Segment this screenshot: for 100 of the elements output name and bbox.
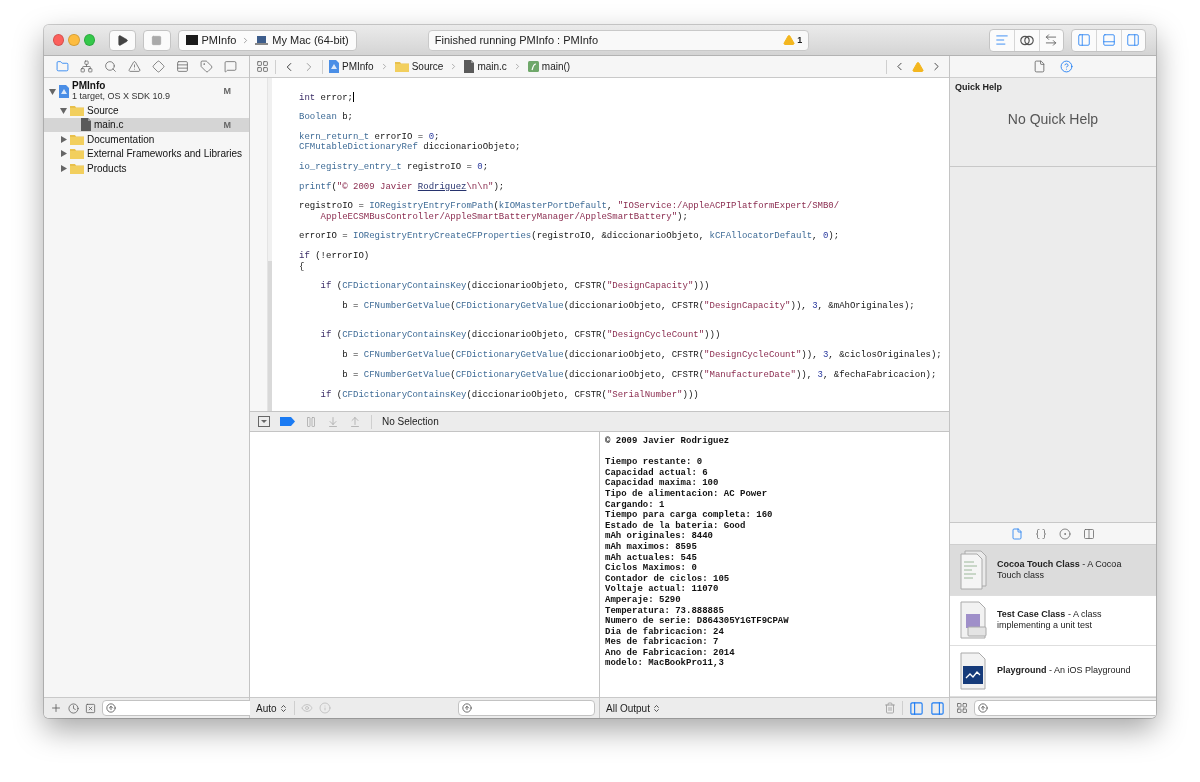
- code-snippet-icon[interactable]: [1035, 527, 1047, 540]
- quick-help-icon[interactable]: [1060, 60, 1073, 73]
- minimize-button[interactable]: [68, 34, 80, 46]
- output-filter-popup[interactable]: All Output: [606, 702, 661, 714]
- tree-row[interactable]: main.c M: [44, 117, 249, 132]
- tree-row[interactable]: External Frameworks and Libraries: [44, 146, 249, 161]
- test-template-icon: [959, 600, 989, 641]
- search-icon[interactable]: [103, 60, 117, 73]
- status-label: M: [223, 86, 231, 96]
- scope-popup[interactable]: Auto: [256, 702, 288, 714]
- c-file-icon: [81, 118, 91, 132]
- status-label: M: [223, 119, 231, 130]
- folder-icon: [70, 162, 84, 174]
- pane-toggle-icon[interactable]: [909, 700, 924, 716]
- destination-button[interactable]: My Mac (64-bit): [253, 34, 351, 46]
- code-line: if (!errorIO): [299, 251, 370, 262]
- close-button[interactable]: [53, 34, 65, 46]
- code-line: printf("© 2009 Javier Rodriguez\n\n");: [299, 181, 505, 192]
- code-line: b = CFNumberGetValue(CFDictionaryGetValue(diccionarioObjeto, CFSTR("ManufactureDate")), 3, &fechaFabricacion);: [341, 369, 937, 381]
- filter-icon: [978, 703, 988, 713]
- activity-status: Finished running PMInfo : PMInfo: [434, 34, 599, 46]
- breakpoint-navigator-icon[interactable]: [200, 60, 214, 73]
- stop-button[interactable]: [143, 29, 171, 51]
- warning-icon[interactable]: [912, 60, 924, 73]
- related-items-icon[interactable]: [256, 60, 269, 73]
- template-description: Playground - An iOS Playground: [997, 665, 1132, 677]
- c-file-icon: [464, 60, 475, 73]
- path-item[interactable]: Source: [394, 61, 444, 72]
- test-navigator-icon[interactable]: [152, 60, 166, 73]
- step-into-icon[interactable]: [327, 415, 339, 428]
- code-line: CFMutableDictionaryRef diccionarioObjeto;: [299, 141, 521, 153]
- warning-count-button[interactable]: 1: [783, 34, 803, 46]
- add-icon[interactable]: [50, 702, 62, 714]
- pause-icon[interactable]: [305, 415, 317, 428]
- class-template-icon: [959, 549, 989, 590]
- tree-row[interactable]: Products: [44, 161, 249, 176]
- folder-icon: [70, 104, 84, 116]
- template-description: Test Case Class - A class implementing a unit test: [997, 609, 1103, 632]
- path-item[interactable]: main.c: [464, 60, 507, 73]
- object-library-icon[interactable]: [1059, 527, 1071, 540]
- playground-template-icon: [959, 651, 989, 691]
- tree-item-label: Documentation: [87, 133, 155, 145]
- path-item[interactable]: PMInfo: [329, 60, 374, 73]
- code-line: b = CFNumberGetValue(CFDictionaryGetValue(diccionarioObjeto, CFSTR("DesignCapacity")), 3, &mAhOriginales);: [341, 301, 915, 312]
- run-button[interactable]: [109, 29, 137, 51]
- code-line: registroIO = IORegistryEntryFromPath(kIOMasterPortDefault, "IOService:/AppleACPIPlatformExpert/SMB0/: [299, 201, 840, 212]
- code-line: {: [299, 261, 305, 273]
- folder-icon: [394, 61, 409, 72]
- template-description: Cocoa Touch Class - A Cocoa Touch class: [997, 558, 1123, 581]
- report-navigator-icon[interactable]: [224, 60, 238, 73]
- updown-chevron-icon: [278, 703, 288, 713]
- pane-toggle-icon[interactable]: [930, 700, 945, 716]
- scheme-selector[interactable]: PMInfo My Mac (64-bit): [177, 29, 357, 51]
- tree-item-label: Products: [87, 162, 127, 174]
- breakpoint-toggle-icon[interactable]: [280, 417, 295, 426]
- disclosure-triangle-icon[interactable]: [49, 87, 56, 95]
- filter-field[interactable]: [974, 700, 1156, 716]
- trash-icon[interactable]: [884, 702, 896, 714]
- standard-editor-icon: [995, 33, 1010, 47]
- source-control-filter-icon[interactable]: [85, 702, 96, 714]
- file-inspector-icon[interactable]: [1033, 60, 1046, 73]
- file-template-icon[interactable]: [1011, 527, 1023, 540]
- console-output: © 2009 Javier Rodriguez Tiempo restante: 0 Capacidad actual: 6 Capacidad maxima: 100 Tipo de alimentacion: AC Power Cargando: 1 Tiempo para carga completa: 160 Estado de la bateria: Good mAh originales: 8440 mAh maximos: 8595 mAh actuales: 545 Ciclos Maximos: 0 Contador de ciclos: 105 Voltaje actual: 11070 Amperaje: 5290 Temperatura: 73.888885 Numero de serie: D864305Y1GTF9CPAW Dia de fabricacion: 24 Mes de fabricacion: 7 Ano de Fabricacion: 2014 modelo: MacBookPro11,3: [604, 435, 789, 671]
- hide-debug-area-icon[interactable]: [258, 416, 270, 427]
- tree-row[interactable]: PMInfo 1 target, OS X SDK 10.9 M: [44, 79, 249, 103]
- quick-help-message: No Quick Help: [1007, 111, 1099, 127]
- tree-row[interactable]: Documentation: [44, 132, 249, 147]
- filter-field[interactable]: [458, 700, 595, 716]
- debug-panel-icon: [1102, 33, 1116, 47]
- code-line: int error;: [299, 92, 354, 103]
- filter-icon: [462, 703, 472, 713]
- code-line: io_registry_entry_t registroIO = 0;: [299, 161, 489, 173]
- code-line: errorIO = IORegistryEntryCreateCFProperties(registroIO, &diccionarioObjeto, kCFAllocatorDefault, 0);: [299, 231, 840, 242]
- tree-item-label: External Frameworks and Libraries: [87, 148, 243, 160]
- warning-icon[interactable]: [127, 60, 141, 73]
- version-editor-icon: [1044, 33, 1059, 47]
- warning-icon: [783, 34, 796, 46]
- symbol-navigator-icon[interactable]: [79, 60, 93, 73]
- grid-view-icon[interactable]: [956, 702, 968, 714]
- recent-files-icon[interactable]: [68, 702, 79, 714]
- project-navigator-icon[interactable]: [55, 60, 69, 73]
- code-line: kern_return_t errorIO = 0;: [299, 131, 440, 142]
- path-item[interactable]: main(): [527, 61, 571, 72]
- project-icon: [59, 84, 69, 98]
- code-line: AppleECSMBusController/AppleSmartBatteryManager/AppleSmartBattery");: [319, 211, 688, 223]
- code-line: Boolean b;: [299, 111, 353, 123]
- zoom-button[interactable]: [83, 34, 96, 46]
- tree-item-subtitle: 1 target, OS X SDK 10.9: [72, 91, 171, 102]
- debug-navigator-icon[interactable]: [176, 60, 190, 73]
- scheme-button[interactable]: PMInfo: [183, 34, 239, 46]
- laptop-icon: [255, 35, 269, 45]
- media-library-icon[interactable]: [1083, 527, 1095, 540]
- tree-item-label: main.c: [94, 119, 124, 131]
- disclosure-triangle-icon[interactable]: [60, 106, 67, 114]
- template-item[interactable]: Cocoa Touch Class - A Cocoa Touch class: [950, 545, 1156, 596]
- app-icon: [185, 35, 198, 45]
- tree-row[interactable]: Source: [44, 103, 249, 118]
- code-line: if (CFDictionaryContainsKey(diccionarioObjeto, CFSTR("SerialNumber"))): [319, 389, 699, 401]
- step-out-icon[interactable]: [349, 415, 361, 428]
- stop-icon: [151, 34, 163, 46]
